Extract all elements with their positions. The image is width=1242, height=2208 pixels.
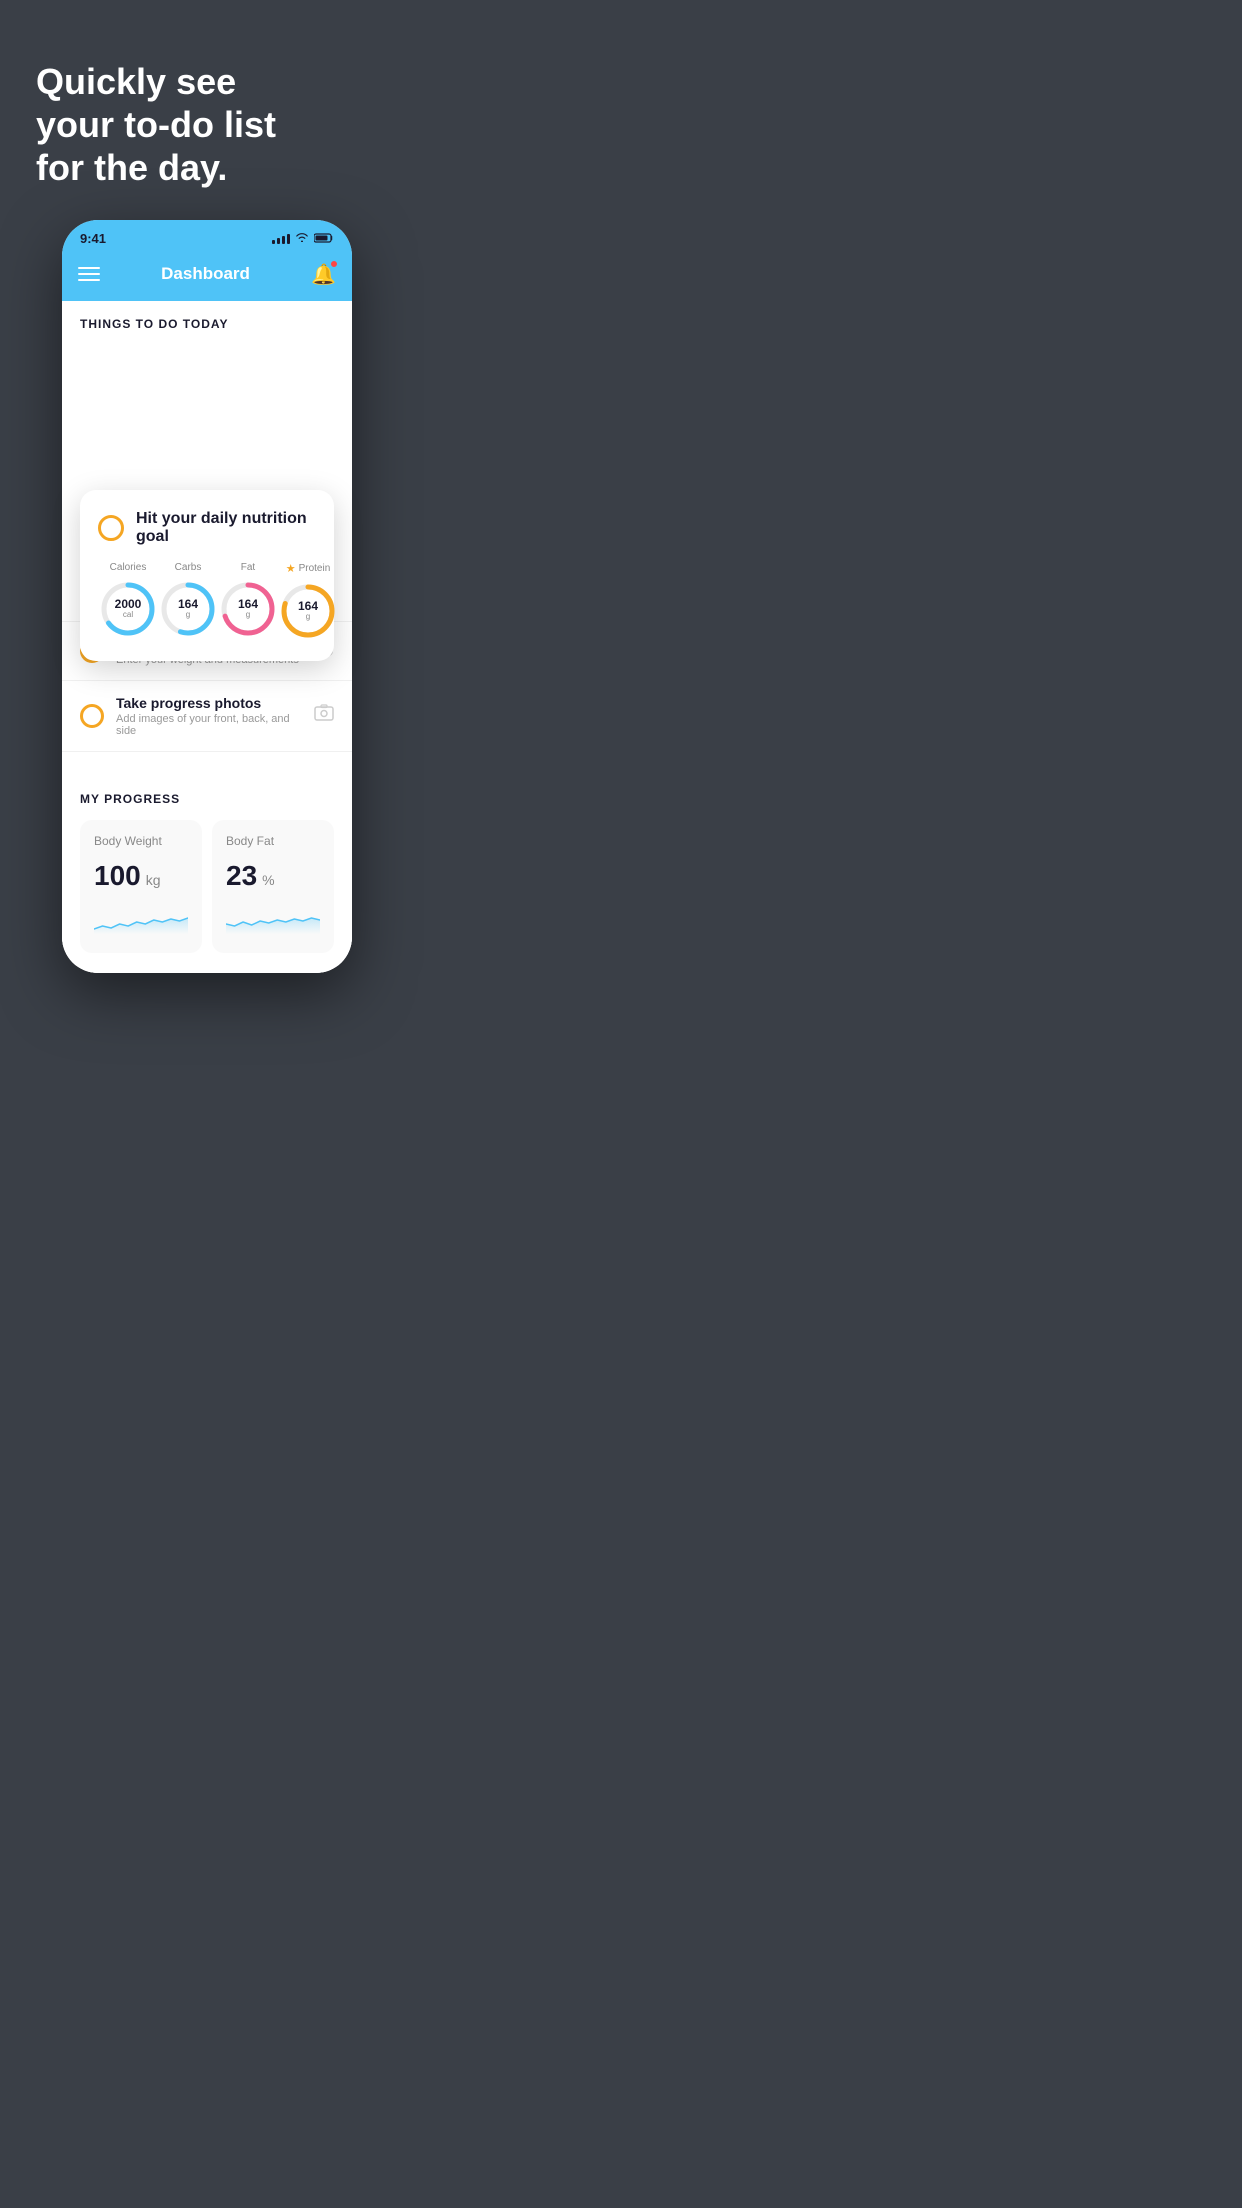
nutrition-row: Calories 2000 cal Carbs <box>98 562 316 641</box>
body-weight-unit: kg <box>146 872 161 888</box>
nutrition-check-circle <box>98 515 124 541</box>
signal-icon <box>272 234 290 244</box>
nutrition-carbs: Carbs 164 g <box>158 562 218 639</box>
fat-unit: g <box>238 611 258 620</box>
wifi-icon <box>295 232 309 245</box>
protein-star-icon: ★ <box>286 562 296 575</box>
todo-item-progress-photos[interactable]: Take progress photos Add images of your … <box>62 681 352 752</box>
body-weight-chart <box>94 904 188 934</box>
progress-section: MY PROGRESS Body Weight 100 kg <box>62 772 352 973</box>
phone-mockup: 9:41 <box>62 220 352 973</box>
nutrition-protein: ★ Protein 164 g <box>278 562 338 641</box>
things-to-do-header: THINGS TO DO TODAY <box>62 301 352 339</box>
nav-title: Dashboard <box>161 264 250 284</box>
hamburger-menu[interactable] <box>78 267 100 281</box>
carbs-donut: 164 g <box>158 579 218 639</box>
calories-unit: cal <box>115 611 142 620</box>
carbs-unit: g <box>178 611 198 620</box>
nutrition-fat: Fat 164 g <box>218 562 278 639</box>
body-fat-chart <box>226 904 320 934</box>
body-weight-card[interactable]: Body Weight 100 kg <box>80 820 202 953</box>
progress-header: MY PROGRESS <box>80 792 334 806</box>
carbs-label: Carbs <box>175 562 202 573</box>
hero-line2: your to-do list <box>36 104 276 145</box>
hero-line1: Quickly see <box>36 61 236 102</box>
battery-icon <box>314 230 334 248</box>
status-bar: 9:41 <box>62 220 352 254</box>
nutrition-card-title: Hit your daily nutrition goal <box>136 510 316 546</box>
notification-dot <box>330 260 338 268</box>
todo-subtitle-progress-photos: Add images of your front, back, and side <box>116 713 302 737</box>
nutrition-card[interactable]: Hit your daily nutrition goal Calories 2… <box>80 490 334 661</box>
hero-line3: for the day. <box>36 147 227 188</box>
status-icons <box>272 230 334 248</box>
hero-title: Quickly see your to-do list for the day. <box>36 60 378 190</box>
protein-label: ★ Protein <box>286 562 331 575</box>
body-fat-value: 23 <box>226 860 257 892</box>
body-weight-label: Body Weight <box>94 834 188 848</box>
fat-donut: 164 g <box>218 579 278 639</box>
body-weight-value: 100 <box>94 860 141 892</box>
todo-circle-progress-photos <box>80 704 104 728</box>
calories-donut: 2000 cal <box>98 579 158 639</box>
protein-donut: 164 g <box>278 581 338 641</box>
notification-bell[interactable]: 🔔 <box>311 262 336 287</box>
nav-bar: Dashboard 🔔 <box>62 254 352 301</box>
body-fat-label: Body Fat <box>226 834 320 848</box>
nutrition-calories: Calories 2000 cal <box>98 562 158 639</box>
status-time: 9:41 <box>80 231 106 246</box>
fat-label: Fat <box>241 562 255 573</box>
progress-cards: Body Weight 100 kg <box>80 820 334 973</box>
body-fat-card[interactable]: Body Fat 23 % <box>212 820 334 953</box>
calories-label: Calories <box>110 562 147 573</box>
body-fat-unit: % <box>262 872 274 888</box>
spacer <box>62 339 352 353</box>
protein-unit: g <box>298 613 318 622</box>
photo-icon <box>314 704 334 727</box>
spacer2 <box>62 752 352 772</box>
todo-title-progress-photos: Take progress photos <box>116 695 302 711</box>
hero-section: Quickly see your to-do list for the day. <box>0 0 414 220</box>
